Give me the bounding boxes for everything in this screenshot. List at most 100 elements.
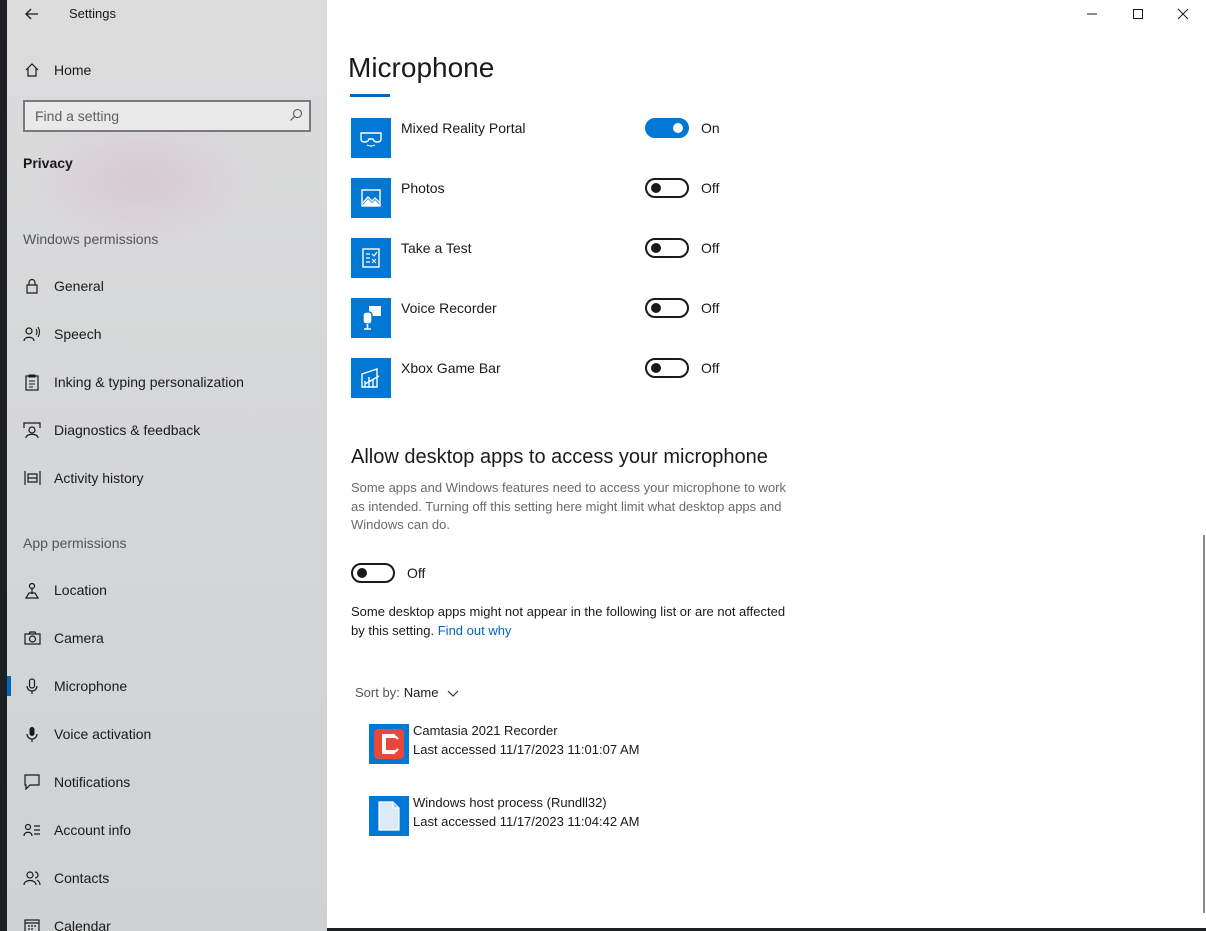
maximize-button[interactable] (1115, 0, 1161, 28)
page-title: Microphone (348, 52, 495, 83)
toggle-state: On (701, 120, 720, 136)
nav-speech-label: Speech (54, 326, 102, 342)
nav-diagnostics[interactable]: Diagnostics & feedback (7, 410, 327, 450)
nav-contacts[interactable]: Contacts (7, 858, 327, 898)
desktop-apps-toggle[interactable] (351, 563, 395, 583)
nav-calendar[interactable]: Calendar (7, 906, 327, 931)
nav-contacts-label: Contacts (54, 870, 110, 886)
sidebar: Settings Home Privacy Windows permission… (7, 0, 327, 931)
desktop-apps-description: Some apps and Windows features need to a… (351, 480, 787, 532)
take-a-test-toggle[interactable] (645, 238, 689, 258)
nav-location[interactable]: Location (7, 570, 327, 610)
minimize-icon (1087, 13, 1097, 15)
sort-by-dropdown[interactable]: Sort by: Name (355, 685, 460, 700)
app-row-voice-recorder: Voice Recorder Off (351, 298, 811, 338)
app-row-photos: Photos Off (351, 178, 811, 218)
voice-recorder-toggle[interactable] (645, 298, 689, 318)
nav-camera[interactable]: Camera (7, 618, 327, 658)
app-name: Xbox Game Bar (401, 360, 501, 376)
mixed-reality-icon (351, 118, 391, 158)
location-icon (23, 581, 41, 599)
nav-location-label: Location (54, 582, 107, 598)
speech-icon (23, 325, 41, 343)
chevron-down-icon (448, 690, 459, 697)
windows-permissions-heading: Windows permissions (23, 231, 159, 247)
search-input[interactable] (25, 102, 265, 130)
back-button[interactable] (21, 4, 43, 24)
nav-microphone[interactable]: Microphone (7, 666, 327, 706)
account-icon (23, 821, 41, 839)
toggle-state: Off (701, 240, 720, 256)
desktop-apps-heading: Allow desktop apps to access your microp… (351, 446, 768, 468)
nav-home[interactable]: Home (7, 50, 327, 90)
nav-voice-activation-label: Voice activation (54, 726, 152, 742)
privacy-heading: Privacy (23, 155, 73, 171)
home-icon (23, 61, 41, 79)
toggle-knob (651, 363, 661, 373)
app-row-xbox-game-bar: Xbox Game Bar Off (351, 358, 811, 398)
camtasia-icon (369, 724, 409, 764)
desktop-apps-note: Some desktop apps might not appear in th… (351, 603, 801, 640)
microphone-icon (23, 677, 41, 695)
desktop-app-name: Windows host process (Rundll32) (413, 795, 607, 810)
nav-speech[interactable]: Speech (7, 314, 327, 354)
photos-toggle[interactable] (645, 178, 689, 198)
toggle-knob (357, 568, 367, 578)
xbox-game-bar-toggle[interactable] (645, 358, 689, 378)
nav-camera-label: Camera (54, 630, 104, 646)
nav-notifications[interactable]: Notifications (7, 762, 327, 802)
app-row-take-a-test: Take a Test Off (351, 238, 811, 278)
desktop-app-accessed: Last accessed 11/17/2023 11:04:42 AM (413, 814, 640, 829)
app-title: Settings (69, 6, 116, 21)
nav-inking-label: Inking & typing personalization (54, 374, 244, 390)
mixed-reality-toggle[interactable] (645, 118, 689, 138)
feedback-icon (23, 421, 41, 439)
notifications-icon (23, 773, 41, 791)
app-name: Photos (401, 180, 445, 196)
take-a-test-icon (351, 238, 391, 278)
lock-icon (23, 277, 41, 295)
voice-recorder-icon (351, 298, 391, 338)
sort-value: Name (403, 685, 439, 700)
nav-activity-history[interactable]: Activity history (7, 458, 327, 498)
search-box[interactable] (23, 100, 311, 132)
title-bar: Settings (7, 0, 327, 28)
desktop-edge (0, 0, 7, 931)
file-icon (369, 796, 409, 836)
xbox-game-bar-icon (351, 358, 391, 398)
nav-calendar-label: Calendar (54, 918, 111, 931)
app-name: Voice Recorder (401, 300, 497, 316)
nav-inking[interactable]: Inking & typing personalization (7, 362, 327, 402)
close-button[interactable] (1160, 0, 1206, 28)
nav-microphone-label: Microphone (54, 678, 128, 694)
toggle-state: Off (407, 565, 426, 581)
toggle-knob (651, 183, 661, 193)
maximize-icon (1133, 9, 1143, 19)
app-name: Mixed Reality Portal (401, 120, 526, 136)
scrollbar[interactable] (1203, 535, 1205, 913)
note-text: Some desktop apps might not appear in th… (351, 604, 786, 638)
nav-diagnostics-label: Diagnostics & feedback (54, 422, 201, 438)
nav-home-label: Home (54, 62, 92, 78)
desktop-app-camtasia: Camtasia 2021 Recorder Last accessed 11/… (369, 723, 789, 764)
voice-icon (23, 725, 41, 743)
toggle-state: Off (701, 300, 720, 316)
inking-icon (23, 373, 41, 391)
find-out-why-link[interactable]: Find out why (438, 623, 512, 638)
contacts-icon (23, 869, 41, 887)
toggle-knob (651, 243, 661, 253)
calendar-icon (23, 917, 41, 931)
nav-general[interactable]: General (7, 266, 327, 306)
app-name: Take a Test (401, 240, 472, 256)
nav-account-info-label: Account info (54, 822, 132, 838)
desktop-app-rundll32: Windows host process (Rundll32) Last acc… (369, 795, 789, 836)
camera-icon (23, 629, 41, 647)
desktop-app-accessed: Last accessed 11/17/2023 11:01:07 AM (413, 742, 640, 757)
minimize-button[interactable] (1069, 0, 1115, 28)
main-content: Microphone Mixed Reality Portal On Photo… (327, 0, 1206, 931)
toggle-knob (651, 303, 661, 313)
nav-account-info[interactable]: Account info (7, 810, 327, 850)
nav-voice-activation[interactable]: Voice activation (7, 714, 327, 754)
close-icon (1177, 8, 1189, 20)
timeline-icon (23, 469, 41, 487)
